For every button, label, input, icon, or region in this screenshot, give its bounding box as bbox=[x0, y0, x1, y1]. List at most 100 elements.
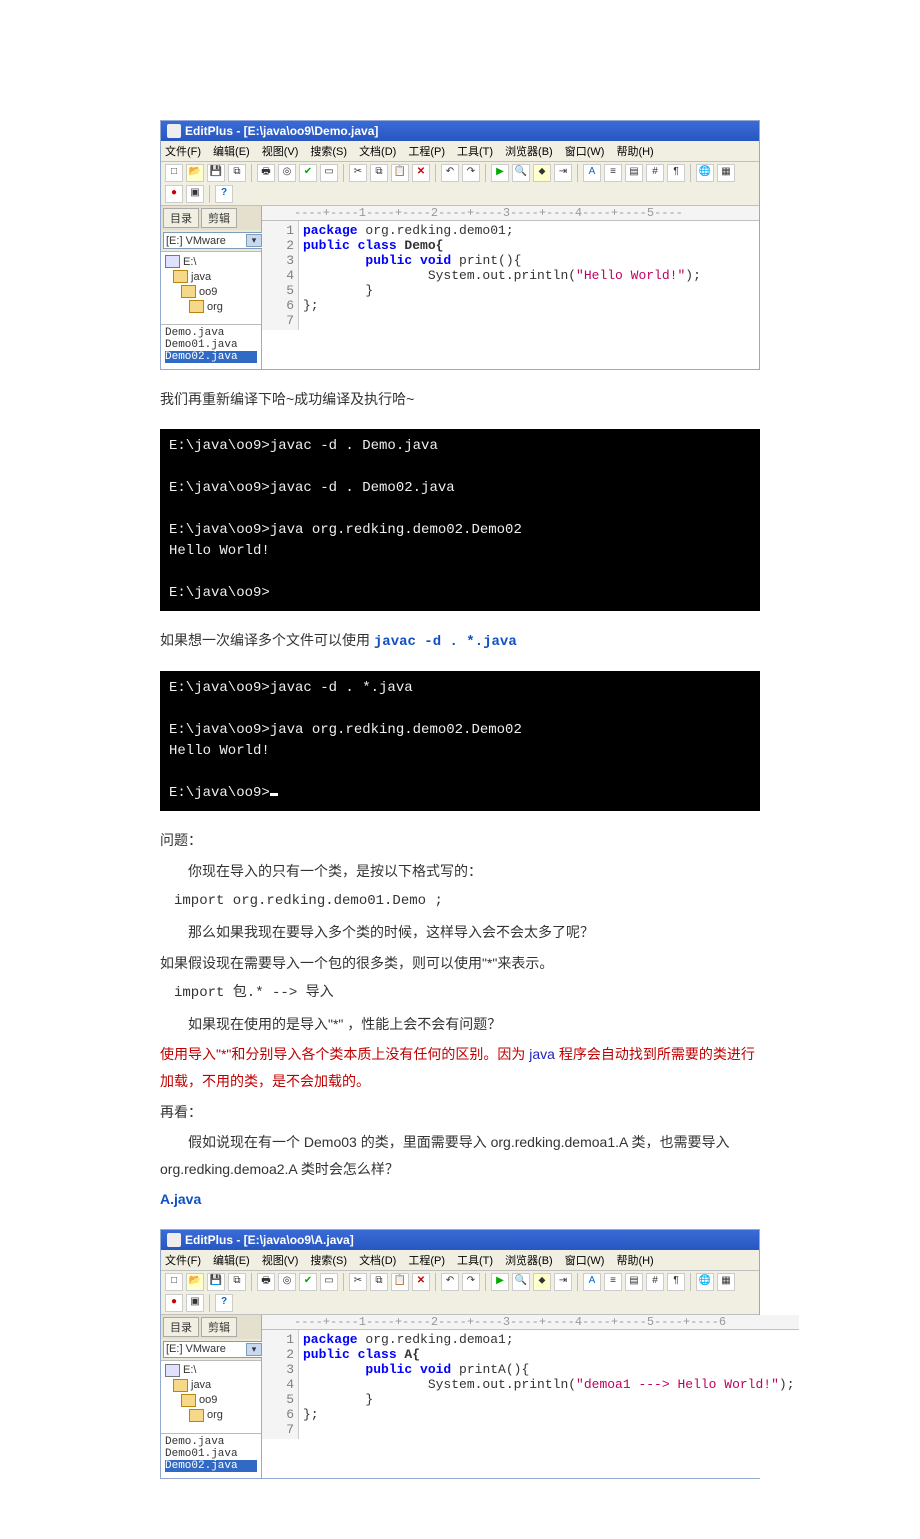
menu-document[interactable]: 文档(D) bbox=[359, 143, 396, 159]
linenum-icon[interactable]: # bbox=[646, 164, 664, 182]
menu-tools[interactable]: 工具(T) bbox=[457, 143, 493, 159]
app-icon bbox=[167, 124, 181, 138]
delete-icon[interactable]: ✕ bbox=[412, 1273, 430, 1291]
side-tab-clip[interactable]: 剪辑 bbox=[201, 1317, 237, 1337]
save-icon[interactable]: 💾 bbox=[207, 164, 225, 182]
line-gutter: 1 2 3 4 5 6 7 bbox=[262, 1330, 299, 1439]
redo-icon[interactable]: ↷ bbox=[462, 1273, 480, 1291]
code-area[interactable]: package org.redking.demo01; public class… bbox=[299, 221, 705, 330]
text: 你现在导入的只有一个类，是按以下格式写的： bbox=[160, 858, 760, 885]
rec-icon[interactable]: ● bbox=[165, 185, 183, 203]
file-list[interactable]: Demo.java Demo01.java Demo02.java bbox=[161, 325, 261, 369]
menu-search[interactable]: 搜索(S) bbox=[310, 143, 347, 159]
menu-project[interactable]: 工程(P) bbox=[408, 1252, 445, 1268]
paste-icon[interactable]: 📋 bbox=[391, 164, 409, 182]
play-icon[interactable]: ▣ bbox=[186, 1294, 204, 1312]
invisible-icon[interactable]: ¶ bbox=[667, 1273, 685, 1291]
doc-icon[interactable]: ▭ bbox=[320, 1273, 338, 1291]
ruler-icon[interactable]: ▤ bbox=[625, 1273, 643, 1291]
redo-icon[interactable]: ↷ bbox=[462, 164, 480, 182]
browser-icon[interactable]: 🌐 bbox=[696, 1273, 714, 1291]
cut-icon[interactable]: ✂ bbox=[349, 1273, 367, 1291]
open-icon[interactable]: 📂 bbox=[186, 1273, 204, 1291]
run-icon[interactable]: ▶ bbox=[491, 1273, 509, 1291]
delete-icon[interactable]: ✕ bbox=[412, 164, 430, 182]
drive-select[interactable]: [E:] VMware▾ bbox=[163, 1341, 265, 1358]
saveall-icon[interactable]: ⧉ bbox=[228, 164, 246, 182]
help-icon[interactable]: ? bbox=[215, 1294, 233, 1312]
code-editor[interactable]: ----+----1----+----2----+----3----+----4… bbox=[262, 1315, 799, 1478]
indent-icon[interactable]: ⇥ bbox=[554, 164, 572, 182]
doc-icon[interactable]: ▭ bbox=[320, 164, 338, 182]
code-area[interactable]: package org.redking.demoa1; public class… bbox=[299, 1330, 799, 1439]
new-icon[interactable]: □ bbox=[165, 1273, 183, 1291]
bookmark-icon[interactable]: ⬥ bbox=[533, 164, 551, 182]
wrap-icon[interactable]: ≡ bbox=[604, 1273, 622, 1291]
list-item[interactable]: Demo.java bbox=[165, 1436, 257, 1448]
menu-edit[interactable]: 编辑(E) bbox=[213, 143, 250, 159]
side-tab-dir[interactable]: 目录 bbox=[163, 208, 199, 228]
preview-icon[interactable]: ◎ bbox=[278, 1273, 296, 1291]
font-icon[interactable]: A bbox=[583, 164, 601, 182]
linenum-icon[interactable]: # bbox=[646, 1273, 664, 1291]
copy-icon[interactable]: ⧉ bbox=[370, 164, 388, 182]
menu-window[interactable]: 窗口(W) bbox=[565, 143, 605, 159]
dir-tree[interactable]: E:\ java oo9 org bbox=[161, 1360, 261, 1434]
check-icon[interactable]: ✔ bbox=[299, 164, 317, 182]
check-icon[interactable]: ✔ bbox=[299, 1273, 317, 1291]
list-item[interactable]: Demo.java bbox=[165, 327, 257, 339]
paste-icon[interactable]: 📋 bbox=[391, 1273, 409, 1291]
file-list[interactable]: Demo.java Demo01.java Demo02.java bbox=[161, 1434, 261, 1478]
menu-view[interactable]: 视图(V) bbox=[262, 1252, 299, 1268]
play-icon[interactable]: ▣ bbox=[186, 185, 204, 203]
list-item[interactable]: Demo01.java bbox=[165, 1448, 257, 1460]
bookmark-icon[interactable]: ⬥ bbox=[533, 1273, 551, 1291]
menu-window[interactable]: 窗口(W) bbox=[565, 1252, 605, 1268]
copy-icon[interactable]: ⧉ bbox=[370, 1273, 388, 1291]
dir-tree[interactable]: E:\ java oo9 org bbox=[161, 251, 261, 325]
wrap-icon[interactable]: ≡ bbox=[604, 164, 622, 182]
font-icon[interactable]: A bbox=[583, 1273, 601, 1291]
tile-icon[interactable]: ▦ bbox=[717, 164, 735, 182]
new-icon[interactable]: □ bbox=[165, 164, 183, 182]
code-editor[interactable]: ----+----1----+----2----+----3----+----4… bbox=[262, 206, 759, 369]
menu-browser[interactable]: 浏览器(B) bbox=[505, 143, 553, 159]
rec-icon[interactable]: ● bbox=[165, 1294, 183, 1312]
save-icon[interactable]: 💾 bbox=[207, 1273, 225, 1291]
list-item-selected[interactable]: Demo02.java bbox=[165, 351, 257, 363]
ruler-icon[interactable]: ▤ bbox=[625, 164, 643, 182]
undo-icon[interactable]: ↶ bbox=[441, 164, 459, 182]
menu-tools[interactable]: 工具(T) bbox=[457, 1252, 493, 1268]
print-icon[interactable]: 🖶 bbox=[257, 164, 275, 182]
preview-icon[interactable]: ◎ bbox=[278, 164, 296, 182]
menu-project[interactable]: 工程(P) bbox=[408, 143, 445, 159]
side-tab-dir[interactable]: 目录 bbox=[163, 1317, 199, 1337]
invisible-icon[interactable]: ¶ bbox=[667, 164, 685, 182]
menu-help[interactable]: 帮助(H) bbox=[616, 143, 653, 159]
indent-icon[interactable]: ⇥ bbox=[554, 1273, 572, 1291]
editplus-window-1: EditPlus - [E:\java\oo9\Demo.java] 文件(F)… bbox=[160, 120, 760, 370]
help-icon[interactable]: ? bbox=[215, 185, 233, 203]
menu-browser[interactable]: 浏览器(B) bbox=[505, 1252, 553, 1268]
run-icon[interactable]: ▶ bbox=[491, 164, 509, 182]
menu-search[interactable]: 搜索(S) bbox=[310, 1252, 347, 1268]
menu-document[interactable]: 文档(D) bbox=[359, 1252, 396, 1268]
undo-icon[interactable]: ↶ bbox=[441, 1273, 459, 1291]
saveall-icon[interactable]: ⧉ bbox=[228, 1273, 246, 1291]
list-item-selected[interactable]: Demo02.java bbox=[165, 1460, 257, 1472]
menu-view[interactable]: 视图(V) bbox=[262, 143, 299, 159]
tile-icon[interactable]: ▦ bbox=[717, 1273, 735, 1291]
open-icon[interactable]: 📂 bbox=[186, 164, 204, 182]
drive-select[interactable]: [E:] VMware▾ bbox=[163, 232, 265, 249]
menu-file[interactable]: 文件(F) bbox=[165, 1252, 201, 1268]
print-icon[interactable]: 🖶 bbox=[257, 1273, 275, 1291]
menu-edit[interactable]: 编辑(E) bbox=[213, 1252, 250, 1268]
menu-file[interactable]: 文件(F) bbox=[165, 143, 201, 159]
find-icon[interactable]: 🔍 bbox=[512, 1273, 530, 1291]
cut-icon[interactable]: ✂ bbox=[349, 164, 367, 182]
side-tab-clip[interactable]: 剪辑 bbox=[201, 208, 237, 228]
find-icon[interactable]: 🔍 bbox=[512, 164, 530, 182]
list-item[interactable]: Demo01.java bbox=[165, 339, 257, 351]
browser-icon[interactable]: 🌐 bbox=[696, 164, 714, 182]
menu-help[interactable]: 帮助(H) bbox=[616, 1252, 653, 1268]
